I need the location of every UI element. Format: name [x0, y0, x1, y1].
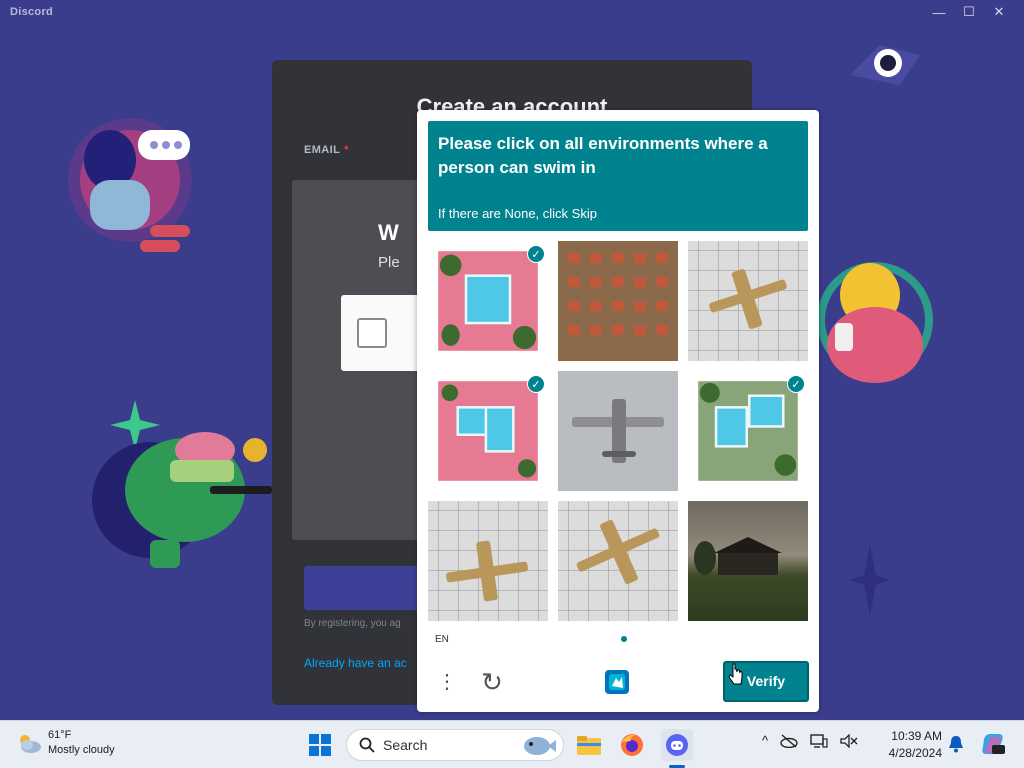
plane-tiles-image: [428, 501, 548, 621]
email-label: EMAIL *: [304, 144, 349, 156]
taskbar: 61°F Mostly cloudy Search ^ 10:39 AM 4/2…: [0, 720, 1024, 768]
captcha-tile-tables-aerial[interactable]: [558, 241, 678, 361]
language-selector[interactable]: EN: [435, 634, 449, 645]
hcaptcha-logo-icon[interactable]: [601, 666, 633, 698]
prompt-box: Please click on all environments where a…: [428, 121, 808, 231]
check-icon: ✓: [527, 245, 545, 263]
page-indicator: [621, 636, 627, 642]
window-controls: — ☐ ✕: [924, 1, 1014, 23]
left-bottom-illustration: [92, 400, 272, 568]
search-label: Search: [383, 737, 428, 753]
plane-tiles-image: [688, 241, 808, 361]
pool-image: [438, 381, 538, 481]
plane-tiles-image: [558, 501, 678, 621]
speaker-muted-icon[interactable]: [840, 733, 858, 748]
title-bar: Discord — ☐ ✕: [0, 0, 1024, 24]
check-icon: ✓: [527, 375, 545, 393]
discord-window: Discord — ☐ ✕ Create an account EMAIL * …: [0, 0, 1024, 720]
right-illustration: [817, 262, 933, 383]
tables-image: [558, 241, 678, 361]
terms-text: By registering, you ag: [304, 618, 401, 629]
clock-time: 10:39 AM: [891, 729, 942, 743]
weather-temperature: 61°F: [48, 729, 72, 741]
left-top-illustration: [68, 118, 192, 252]
network-icon[interactable]: [810, 733, 828, 748]
windows-start-icon[interactable]: [308, 733, 332, 757]
captcha-tile-plane-snow[interactable]: [558, 371, 678, 491]
captcha-tile-pool-aerial-3[interactable]: ✓: [688, 371, 808, 491]
notification-bell-icon[interactable]: [948, 735, 964, 753]
prompt-subtext: If there are None, click Skip: [438, 206, 597, 221]
weather-widget[interactable]: 61°F Mostly cloudy: [16, 728, 115, 758]
app-title: Discord: [10, 6, 54, 18]
search-highlight-fish-icon: [524, 737, 556, 755]
captcha-tile-plane-on-tiles-1[interactable]: [688, 241, 808, 361]
cloudy-weather-icon: [20, 735, 41, 753]
prompt-text: Please click on all environments where a…: [438, 134, 768, 177]
plane-snow-image: [558, 371, 678, 491]
copilot-icon[interactable]: [980, 731, 1006, 757]
system-tray: ^: [762, 733, 858, 748]
pool-image: [438, 251, 538, 351]
clock[interactable]: 10:39 AM 4/28/2024: [878, 728, 942, 762]
maximize-button[interactable]: ☐: [954, 1, 984, 23]
discord-taskbar-icon[interactable]: [661, 729, 693, 761]
mouse-cursor-icon: [728, 663, 743, 685]
please-text: Ple: [378, 254, 400, 271]
welcome-heading: W: [378, 220, 399, 245]
close-button[interactable]: ✕: [984, 1, 1014, 23]
captcha-tile-pool-aerial-2[interactable]: ✓: [428, 371, 548, 491]
house-image: [688, 501, 808, 621]
image-grid: ✓ ✓ ✓: [428, 241, 808, 621]
captcha-tile-pool-aerial-1[interactable]: ✓: [428, 241, 548, 361]
taskbar-search-box[interactable]: Search: [346, 729, 564, 761]
tray-overflow-chevron-icon[interactable]: ^: [762, 733, 768, 748]
required-marker: *: [344, 144, 349, 156]
right-top-illustration: [850, 45, 920, 85]
captcha-tile-plane-on-tiles-2[interactable]: [428, 501, 548, 621]
menu-icon[interactable]: ⋮: [437, 668, 457, 696]
search-icon: [359, 737, 375, 753]
sparkle-icon: [850, 545, 890, 615]
pool-image: [698, 381, 798, 481]
check-icon: ✓: [787, 375, 805, 393]
refresh-icon[interactable]: ↻: [477, 668, 507, 696]
login-link[interactable]: Already have an ac: [304, 656, 407, 670]
firefox-icon[interactable]: [616, 729, 648, 761]
clock-date: 4/28/2024: [888, 746, 942, 760]
file-explorer-icon[interactable]: [573, 729, 605, 761]
captcha-challenge: Please click on all environments where a…: [417, 110, 819, 712]
captcha-checkbox[interactable]: [357, 318, 387, 348]
onedrive-offline-icon[interactable]: [780, 733, 798, 748]
captcha-tile-plane-on-tiles-3[interactable]: [558, 501, 678, 621]
weather-description: Mostly cloudy: [48, 744, 115, 756]
minimize-button[interactable]: —: [924, 1, 954, 23]
captcha-tile-house-dusk[interactable]: [688, 501, 808, 621]
